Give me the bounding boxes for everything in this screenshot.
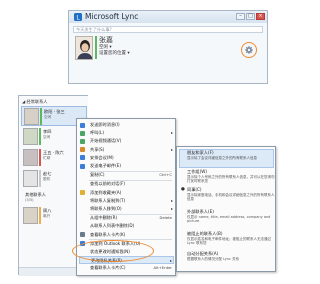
group-header[interactable]: ◢ 经常联系人 <box>22 99 48 104</box>
avatar-image <box>76 37 92 59</box>
menu-item-label: 从联系人列表中删除(D) <box>90 223 135 229</box>
menu-item-label: 发送即时消息(I) <box>90 122 120 127</box>
submenu-arrow-icon: ▸ <box>170 206 173 211</box>
menu-item-icon <box>80 232 85 238</box>
menu-item-icon <box>80 163 85 169</box>
privacy-option-title: 外部联系人(E) <box>187 209 214 214</box>
privacy-option-description: 显示除了会议详细信息之外的所有联系人信息 <box>187 156 257 160</box>
contact-photo <box>23 170 38 187</box>
menu-item-icon <box>80 130 85 136</box>
privacy-option-description: 显示除个人号码之外的所有联系人信息，并可以在您请勿打扰时联系您 <box>187 175 275 183</box>
user-name: 张嘉 <box>99 36 113 44</box>
menu-item-icon <box>80 190 85 196</box>
close-button[interactable]: × <box>256 13 265 20</box>
menu-item-icon <box>80 147 85 153</box>
presence-indicator <box>95 36 97 59</box>
menu-item-label: 共享(S) <box>90 146 105 152</box>
presence-indicator <box>39 128 41 145</box>
privacy-option-description: 仅显示姓名和电子邮件地址；被阻止的联系人无法通过 Lync 联系您 <box>187 237 271 245</box>
avatar[interactable] <box>75 36 93 60</box>
menu-item-icon <box>80 155 85 161</box>
contact-photo <box>23 207 38 224</box>
menu-item-shortcut: Ctrl+C <box>159 172 172 178</box>
menu-item-label: 将联系人移到(O) <box>90 206 122 211</box>
privacy-option-description: 根据联系人的情况分配 Lync 关系 <box>187 257 240 261</box>
contact-name: 王五 · 陈六 <box>43 150 64 155</box>
menu-item[interactable]: 从联系人列表中删除(D) <box>79 222 174 230</box>
contact-status: 脱机 <box>43 177 51 181</box>
menu-item-icon <box>80 138 85 144</box>
menu-item[interactable]: 发送即时消息(I) <box>79 121 174 129</box>
contact-name: 赵七 <box>43 171 52 176</box>
presence-indicator <box>39 170 41 187</box>
menu-item[interactable]: 开始视频通话(V) <box>79 137 174 145</box>
maximize-button[interactable]: □ <box>246 13 255 20</box>
menu-item-shortcut: Delete <box>159 215 172 221</box>
menu-item[interactable]: 共享(S) ▸ <box>79 146 174 154</box>
submenu-arrow-icon: ▸ <box>170 197 173 203</box>
privacy-option-title: 同事(C) <box>187 187 202 192</box>
presence-indicator <box>40 108 42 125</box>
menu-item-label: 安排会议(M) <box>90 154 114 160</box>
submenu-arrow-icon: ▸ <box>170 130 173 136</box>
selected-check-icon: ● <box>181 187 185 192</box>
privacy-option-description: 显示除家庭电话、手机和会议详细信息之外的所有联系人信息 <box>187 193 275 201</box>
title-bar: L Microsoft Lync – □ × <box>69 11 267 23</box>
presence-indicator <box>39 149 41 166</box>
gear-highlight-circle <box>241 42 257 58</box>
submenu-arrow-icon: ▸ <box>170 146 173 152</box>
minimize-button[interactable]: – <box>236 13 245 20</box>
menu-item-label: 发送电子邮件(E) <box>90 163 122 168</box>
menu-item-shortcut: Alt+Enter <box>153 265 172 271</box>
lync-logo-icon: L <box>74 13 82 21</box>
contact-photo <box>23 128 38 145</box>
menu-item[interactable]: 将联系人移到(O) ▸ <box>79 205 174 213</box>
menu-item-label: 添加到收藏夹(A) <box>90 189 122 195</box>
status-message-input[interactable]: 今天发生了什么事? <box>73 26 263 33</box>
group-count: (3/5) <box>25 198 34 202</box>
menu-item[interactable]: 复制(C) Ctrl+C <box>79 171 174 179</box>
menu-item[interactable]: 安排会议(M) <box>79 154 174 162</box>
menu-item[interactable]: 查看联系人卡片(K) <box>79 231 174 239</box>
menu-item-label: 查找以前的对话(F) <box>90 181 125 187</box>
presence-indicator <box>39 207 41 224</box>
contact-photo <box>23 149 38 166</box>
privacy-relationship-submenu: 朋友和家人(F) 显示除了会议详细信息之外的所有联系人信息 工作组(W) 显示除个人号… <box>176 146 276 272</box>
menu-item[interactable]: 从组中删除(R) Delete <box>79 214 174 222</box>
menu-item[interactable]: 将联系人复制到(T) ▸ <box>79 197 174 205</box>
lync-main-window: L Microsoft Lync – □ × 今天发生了什么事? 张嘉 空闲 ▾… <box>68 10 268 84</box>
menu-item[interactable]: 呼叫(L) ▸ <box>79 129 174 137</box>
menu-item[interactable]: 发送电子邮件(E) <box>79 162 174 170</box>
privacy-option-title: 朋友和家人(F) <box>187 150 214 155</box>
privacy-option-description: 仅显示 name, title, email address, company … <box>187 215 271 223</box>
menu-item-icon <box>80 122 85 128</box>
privacy-highlight-circle <box>72 240 154 262</box>
menu-item-label: 查看联系人卡片(C) <box>90 265 126 271</box>
contact-name: 周八 <box>43 208 52 213</box>
menu-item-label: 将联系人复制到(T) <box>90 197 126 203</box>
app-title: Microsoft Lync <box>85 12 139 21</box>
menu-item-label: 从组中删除(R) <box>90 215 118 221</box>
contact-name: 李四 <box>43 129 52 134</box>
contact-status: 空闲 <box>44 115 52 119</box>
contact-photo <box>24 108 39 125</box>
menu-item-label: 查看联系人卡片(K) <box>90 231 126 237</box>
menu-item-label: 呼叫(L) <box>90 130 104 136</box>
privacy-option-title: 工作组(W) <box>187 169 207 174</box>
location-dropdown[interactable]: 设置您的位置 ▾ <box>99 51 130 56</box>
menu-item-label: 复制(C) <box>90 172 105 178</box>
contact-status: 空闲 <box>43 135 51 139</box>
presence-dropdown[interactable]: 空闲 ▾ <box>99 45 112 50</box>
menu-item[interactable]: 添加到收藏夹(A) <box>79 189 174 197</box>
menu-item-label: 开始视频通话(V) <box>90 138 122 144</box>
contact-name: 欧阳 · 张三 <box>44 109 65 114</box>
menu-item[interactable]: 查看联系人卡片(C) Alt+Enter <box>79 264 174 272</box>
contact-status: 离开 <box>43 214 51 218</box>
privacy-option-title: 被阻止的联系人(B) <box>187 231 223 236</box>
contact-status: 忙碌 <box>43 156 51 160</box>
privacy-option-title: 自动分配关系(A) <box>187 251 219 256</box>
menu-item[interactable]: 查找以前的对话(F) <box>79 180 174 188</box>
group-name: 其他联系人 <box>25 192 46 197</box>
